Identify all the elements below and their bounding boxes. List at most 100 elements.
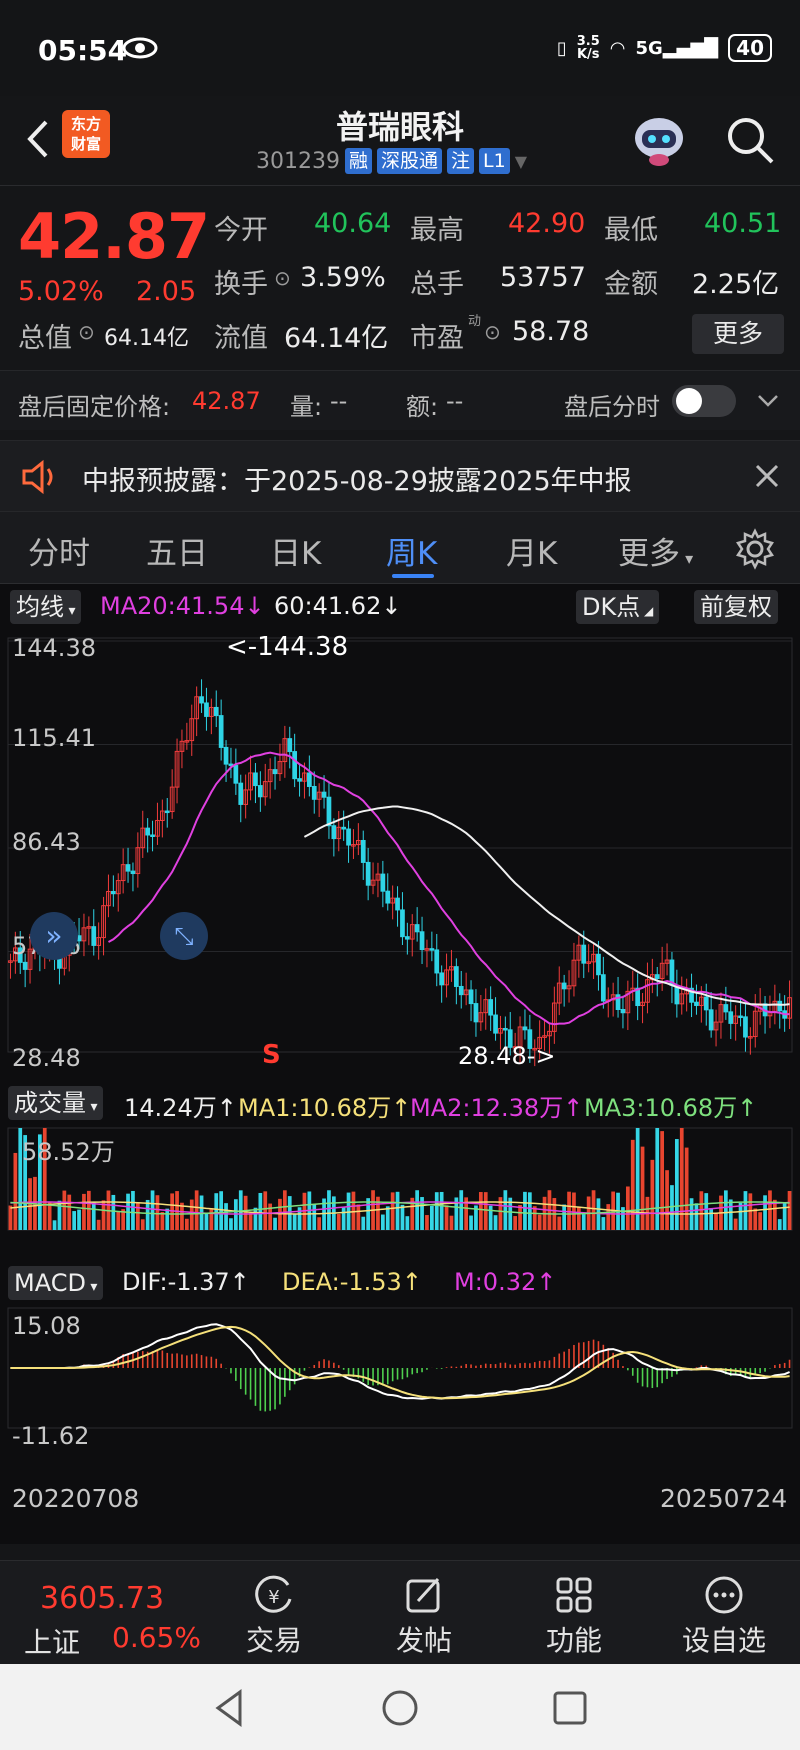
gear-icon[interactable] <box>734 528 776 570</box>
tab-weekly-k[interactable]: 周K <box>386 528 437 573</box>
candle-body <box>145 827 151 836</box>
nav-back-icon[interactable] <box>210 1688 250 1728</box>
back-arrow-icon[interactable] <box>18 114 58 164</box>
volume-bar <box>650 1159 655 1230</box>
candle-body <box>223 746 229 765</box>
volume-bar <box>253 1207 258 1230</box>
index-value[interactable]: 3605.73 <box>40 1581 164 1616</box>
speaker-icon <box>22 459 53 495</box>
volume-bar <box>768 1190 772 1230</box>
volume-bar <box>635 1128 640 1230</box>
volume-bar <box>150 1190 155 1230</box>
kline-chart-area[interactable]: 均线 ▾ MA20:41.54↓ 60:41.62↓ DK点 ◢ 前复权 144… <box>0 584 800 1544</box>
sell-signal: S <box>262 1040 281 1070</box>
tab-timeshare[interactable]: 分时 <box>28 528 90 573</box>
add-watchlist-button[interactable]: 设自选 <box>674 1575 774 1659</box>
volume-bar <box>537 1214 542 1230</box>
notice-text: 中报预披露：于2025-08-29披露2025年中报 <box>82 466 632 497</box>
post-button[interactable]: 发帖 <box>374 1575 474 1659</box>
volume-bar <box>434 1192 439 1230</box>
fast-forward-icon[interactable]: » <box>30 912 78 960</box>
candle-body <box>385 890 391 904</box>
index-change[interactable]: 0.65% <box>112 1621 201 1654</box>
more-button[interactable]: 更多 <box>692 314 784 354</box>
stock-code-row: 301239 融 深股通 注 L1 ▼ <box>256 148 527 174</box>
date-end: 20250724 <box>660 1484 788 1513</box>
info-icon[interactable]: ⊙ <box>484 320 501 344</box>
candle-body <box>654 974 660 980</box>
tab-monthly-k[interactable]: 月K <box>506 528 557 573</box>
candle-body <box>297 778 302 782</box>
info-icon[interactable]: ⊙ <box>78 320 95 344</box>
candle-body <box>596 953 601 976</box>
ma-selector-button[interactable]: 均线 ▾ <box>10 590 82 624</box>
volume-bar <box>748 1193 753 1230</box>
tag-registered[interactable]: 注 <box>447 148 475 174</box>
app-logo[interactable]: 东方财富 <box>62 110 110 158</box>
adjust-button[interactable]: 前复权 <box>694 590 778 624</box>
volume-bar <box>189 1199 194 1230</box>
volume-bar <box>493 1215 498 1230</box>
close-icon[interactable] <box>754 463 780 489</box>
dif-value: DIF:-1.37↑ <box>122 1268 250 1296</box>
candle-body <box>130 870 136 875</box>
candle-body <box>429 948 435 951</box>
tag-margin[interactable]: 融 <box>344 148 372 174</box>
tab-more[interactable]: 更多 ▾ <box>618 528 693 573</box>
fixed-price-label: 盘后固定价格: <box>18 393 171 421</box>
volume-bar <box>52 1220 57 1230</box>
macd-selector-button[interactable]: MACD ▾ <box>8 1266 104 1300</box>
tab-daily-k[interactable]: 日K <box>270 528 321 573</box>
info-icon[interactable]: ⊙ <box>274 266 291 290</box>
expand-icon[interactable]: ⤡ <box>160 912 208 960</box>
amount-label: 金额 <box>604 269 658 300</box>
index-name[interactable]: 上证 <box>24 1621 80 1661</box>
after-hours-toggle[interactable] <box>672 385 736 417</box>
volume-bar <box>709 1208 714 1230</box>
dk-point-button[interactable]: DK点 ◢ <box>576 590 660 624</box>
volume-bar <box>444 1205 449 1230</box>
volume-value: 53757 <box>500 262 586 293</box>
tag-level[interactable]: L1 <box>479 148 510 174</box>
candle-body <box>468 989 474 1005</box>
search-icon[interactable] <box>722 112 778 168</box>
notice-bar[interactable]: 中报预披露：于2025-08-29披露2025年中报 <box>0 440 800 512</box>
nav-recent-icon[interactable] <box>552 1690 588 1726</box>
candle-body <box>777 1000 783 1012</box>
candle-body <box>365 861 371 886</box>
volume-selector-button[interactable]: 成交量 ▾ <box>8 1086 104 1120</box>
volume-bar <box>67 1194 72 1230</box>
candle-body <box>199 696 204 704</box>
volume-bar <box>488 1205 493 1230</box>
status-right: ▯ 3.5 K/s ◠ 5G▂▄▆█ 40 <box>557 34 772 62</box>
volume-bar <box>366 1198 371 1230</box>
ma20-line <box>108 751 790 1026</box>
volume-bar <box>229 1218 233 1230</box>
dropdown-icon[interactable]: ▼ <box>515 152 527 171</box>
volume-bar <box>630 1139 635 1230</box>
candle-body <box>620 1008 626 1014</box>
change-amount: 2.05 <box>136 276 197 307</box>
float-value: 64.14亿 <box>284 323 389 354</box>
pe-value: 58.78 <box>512 316 590 347</box>
tag-connect[interactable]: 深股通 <box>377 148 443 174</box>
nav-home-icon[interactable] <box>380 1688 420 1728</box>
candle-body <box>723 1004 729 1013</box>
robot-assistant-icon[interactable] <box>628 106 690 168</box>
trade-button[interactable]: ¥ 交易 <box>224 1575 324 1659</box>
candle-body <box>743 1016 748 1038</box>
tab-five-day[interactable]: 五日 <box>146 528 208 573</box>
mktcap-label: 总值 <box>18 323 72 354</box>
functions-button[interactable]: 功能 <box>524 1575 624 1659</box>
quote-panel: 42.87 5.02% 2.05 今开 40.64 最高 42.90 最低 40… <box>0 186 800 366</box>
volume-bar <box>184 1218 189 1230</box>
change-percent: 5.02% <box>18 276 104 307</box>
y-label-max: 144.38 <box>12 634 96 662</box>
volume-bar <box>459 1190 464 1230</box>
volume-bar <box>165 1208 170 1230</box>
after-amt-value: -- <box>446 387 464 415</box>
chevron-down-icon[interactable] <box>756 391 780 411</box>
candle-body <box>600 974 606 1002</box>
volume-bar <box>415 1190 420 1230</box>
vol-ma2: MA2:12.38万↑ <box>410 1094 584 1122</box>
